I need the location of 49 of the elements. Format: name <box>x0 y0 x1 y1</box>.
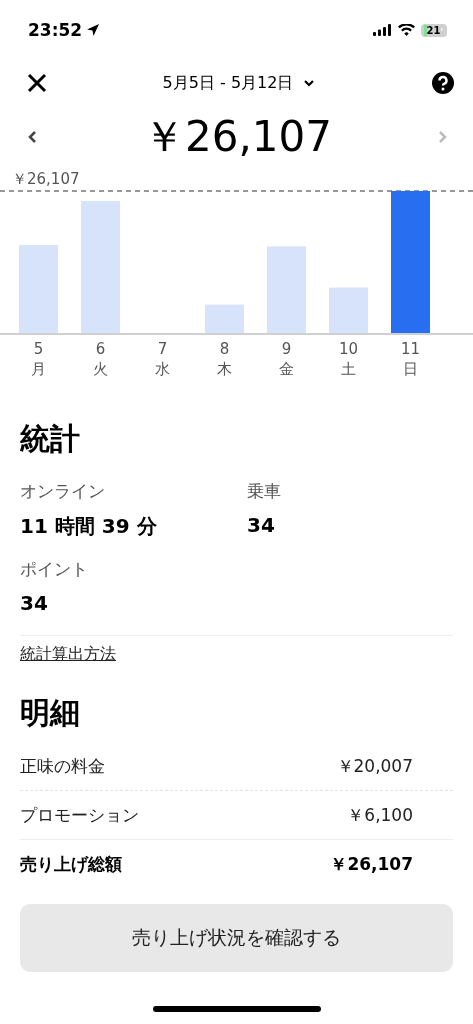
earnings-bar[interactable] <box>391 191 430 333</box>
earnings-bar[interactable] <box>329 287 368 333</box>
weekday-label: 月 <box>31 359 46 379</box>
weekday-label: 水 <box>155 359 170 379</box>
axis-label: 11 <box>400 339 421 359</box>
chevron-right-icon[interactable] <box>438 130 447 144</box>
y-tick-label: ￥26,107 <box>11 169 81 190</box>
axis-label: 6 <box>95 339 106 359</box>
stat-value: 11 時間 39 分 <box>20 513 158 540</box>
axis-label: 9 <box>281 339 292 359</box>
breakdown-amount: ￥26,107 <box>330 852 413 876</box>
earnings-bar[interactable] <box>267 246 306 333</box>
stat-label: 乗車 <box>247 480 282 503</box>
signal-icon <box>373 24 393 36</box>
axis-label: 7 <box>157 339 168 359</box>
earnings-bar[interactable] <box>205 304 244 333</box>
chevron-down-icon <box>303 79 316 87</box>
weekday-label: 木 <box>217 359 232 379</box>
location-arrow-icon <box>86 23 101 37</box>
total-earnings: ￥26,107 <box>143 111 332 163</box>
axis-label: 8 <box>219 339 230 359</box>
section-title: 統計 <box>20 420 81 458</box>
breakdown-label: プロモーション <box>20 803 139 827</box>
breakdown-label: 正味の料金 <box>20 754 105 778</box>
breakdown-amount: ￥6,100 <box>347 803 413 827</box>
axis-label: 5 <box>33 339 44 359</box>
chevron-left-icon[interactable] <box>28 130 37 144</box>
wifi-icon <box>398 24 416 36</box>
breakdown-amount: ￥20,007 <box>336 754 413 778</box>
view-earnings-button[interactable]: 売り上げ状況を確認する <box>20 904 453 972</box>
section-title: 明細 <box>20 694 81 732</box>
earnings-bar[interactable] <box>19 244 58 333</box>
status-time: 23:52 <box>28 20 101 40</box>
help-icon[interactable] <box>431 71 455 95</box>
axis-label: 10 <box>338 339 359 359</box>
weekday-label: 日 <box>403 359 418 379</box>
weekday-label: 火 <box>93 359 108 379</box>
breakdown-label: 売り上げ総額 <box>20 852 122 876</box>
stat-value: 34 <box>20 591 49 615</box>
weekday-label: 土 <box>341 359 356 379</box>
stat-label: オンライン <box>20 480 106 503</box>
stat-label: ポイント <box>20 558 89 581</box>
battery-icon: 21 <box>421 23 447 37</box>
close-icon[interactable] <box>27 73 47 93</box>
stat-value: 34 <box>247 513 276 537</box>
earnings-bar[interactable] <box>81 200 120 333</box>
weekday-label: 金 <box>279 359 294 379</box>
stats-method-link[interactable]: 統計算出方法 <box>20 644 116 663</box>
date-range-selector[interactable]: 5月5日 - 5月12日 <box>162 72 316 94</box>
